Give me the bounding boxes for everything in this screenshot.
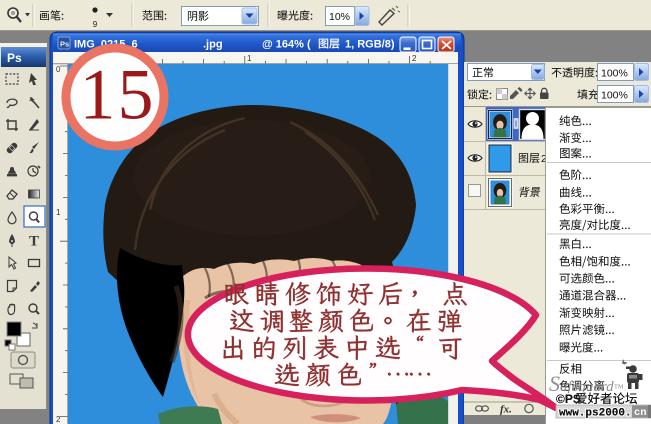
svg-text:1, RGB/8): 1, RGB/8) [345, 39, 395, 51]
svg-text:T: T [29, 234, 39, 250]
svg-text:10%: 10% [329, 11, 350, 23]
svg-text:0: 0 [56, 65, 61, 74]
svg-text:2: 2 [412, 54, 417, 63]
svg-text:Ps: Ps [7, 51, 22, 65]
svg-text:1: 1 [247, 54, 252, 63]
svg-text:Ps: Ps [60, 40, 69, 49]
svg-text:15: 15 [80, 55, 156, 135]
svg-text:fx.: fx. [500, 404, 512, 416]
svg-text:9: 9 [93, 20, 98, 29]
svg-text:@ 164% (: @ 164% ( [262, 39, 311, 51]
svg-text:.jpg: .jpg [203, 39, 223, 51]
svg-text:2: 2 [56, 415, 61, 424]
svg-text:100%: 100% [601, 68, 628, 80]
svg-text:1: 1 [56, 208, 61, 217]
svg-text:©PS: ©PS [556, 392, 581, 406]
svg-text:www.ps2000.: www.ps2000. [559, 408, 632, 420]
svg-text:cn: cn [634, 407, 647, 419]
svg-text:100%: 100% [601, 90, 628, 102]
